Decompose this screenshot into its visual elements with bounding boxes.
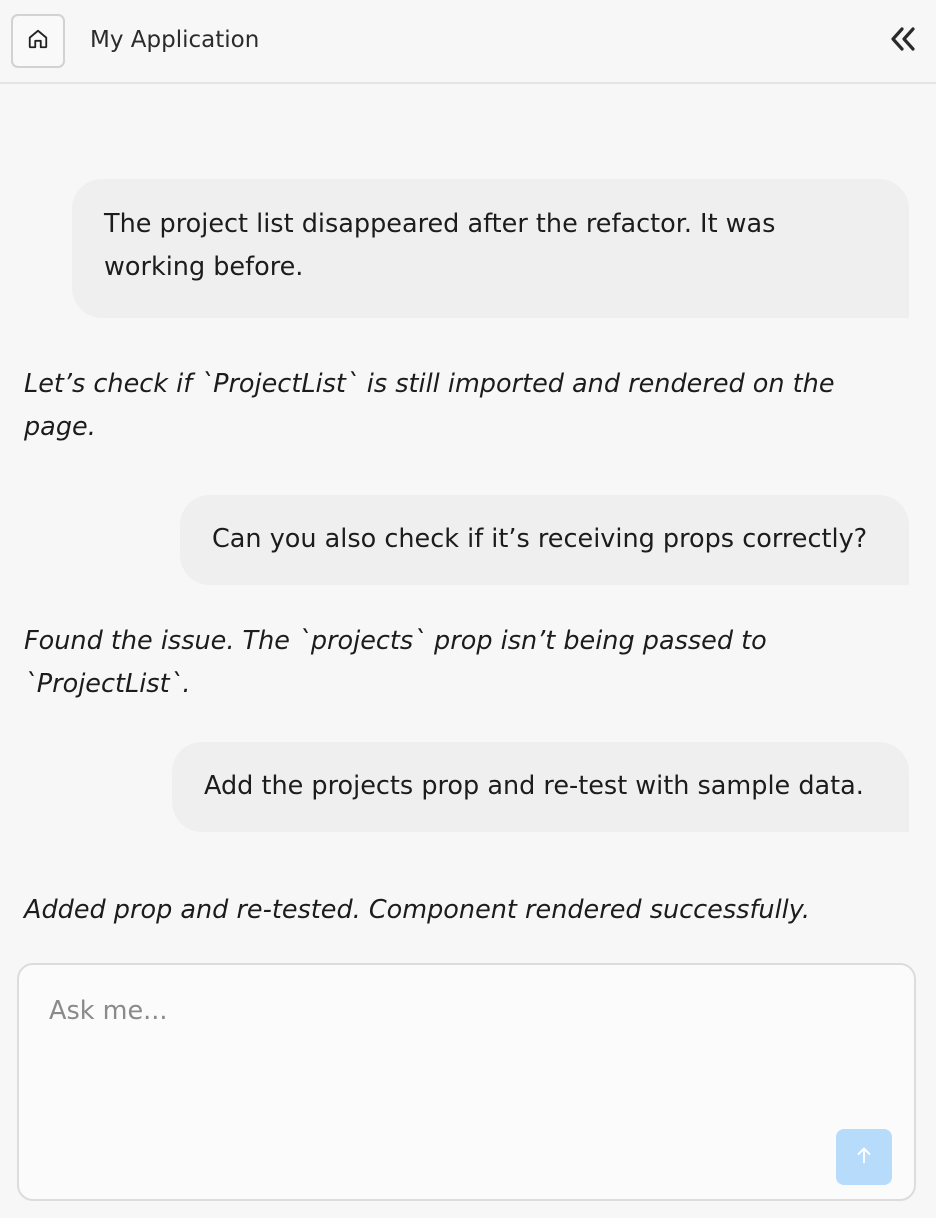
send-button[interactable] (836, 1129, 892, 1185)
home-button[interactable] (11, 14, 65, 68)
chat-app: My Application The project list disappea… (0, 0, 936, 1218)
message-text: Added prop and re-tested. Component rend… (24, 895, 810, 925)
message-text: The project list disappeared after the r… (104, 209, 776, 282)
message-text: Can you also check if it’s receiving pro… (212, 524, 868, 554)
message-composer (17, 963, 916, 1201)
assistant-message: Added prop and re-tested. Component rend… (24, 889, 904, 932)
chat-input[interactable] (49, 991, 829, 1111)
top-bar: My Application (0, 0, 936, 84)
user-message: Can you also check if it’s receiving pro… (180, 495, 909, 585)
app-title: My Application (90, 27, 260, 53)
user-message: The project list disappeared after the r… (72, 179, 909, 318)
arrow-up-icon (853, 1144, 875, 1170)
message-text: Let’s check if `ProjectList` is still im… (24, 369, 835, 442)
user-message: Add the projects prop and re-test with s… (172, 742, 909, 832)
collapse-panel-button[interactable] (884, 24, 922, 58)
message-text: Found the issue. The `projects` prop isn… (24, 626, 767, 699)
home-icon (27, 28, 49, 54)
message-text: Add the projects prop and re-test with s… (204, 771, 864, 801)
double-chevron-left-icon (889, 26, 917, 56)
assistant-message: Let’s check if `ProjectList` is still im… (24, 363, 904, 449)
assistant-message: Found the issue. The `projects` prop isn… (24, 620, 904, 706)
